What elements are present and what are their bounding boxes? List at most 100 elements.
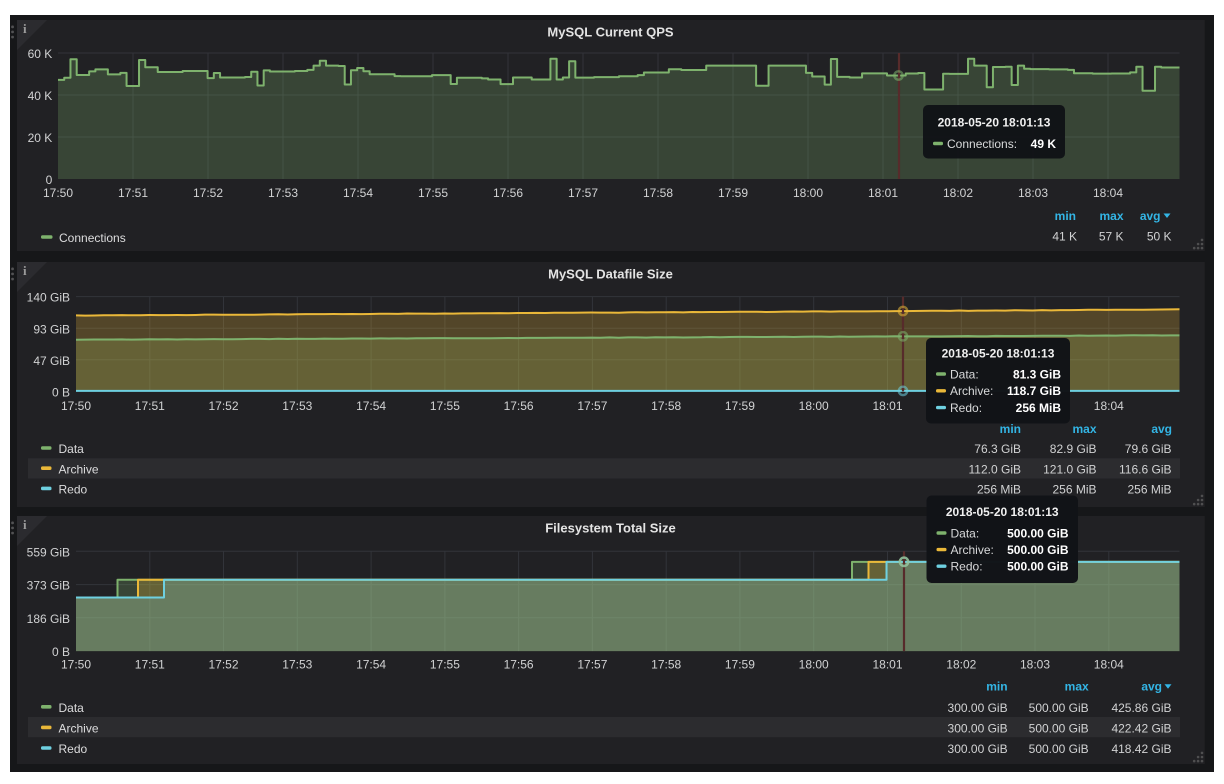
svg-text:81.3 GiB: 81.3 GiB — [1013, 367, 1061, 381]
svg-text:Filesystem Total Size: Filesystem Total Size — [545, 520, 676, 535]
svg-text:256 MiB: 256 MiB — [1052, 483, 1096, 497]
svg-text:0: 0 — [46, 173, 53, 187]
svg-text:Redo:: Redo: — [950, 401, 982, 415]
svg-text:min: min — [1000, 422, 1021, 436]
svg-text:256 MiB: 256 MiB — [1016, 401, 1062, 415]
svg-text:0 B: 0 B — [52, 386, 70, 400]
svg-text:2018-05-20 18:01:13: 2018-05-20 18:01:13 — [946, 505, 1059, 519]
svg-text:121.0 GiB: 121.0 GiB — [1043, 462, 1096, 476]
svg-text:93 GiB: 93 GiB — [33, 322, 70, 336]
svg-text:17:59: 17:59 — [718, 186, 748, 200]
svg-text:18:01: 18:01 — [872, 399, 902, 413]
svg-text:47 GiB: 47 GiB — [33, 354, 70, 368]
svg-text:17:53: 17:53 — [282, 658, 312, 672]
svg-text:min: min — [986, 680, 1007, 694]
svg-text:17:59: 17:59 — [725, 399, 755, 413]
svg-text:18:02: 18:02 — [946, 658, 976, 672]
svg-text:18:01: 18:01 — [868, 186, 898, 200]
svg-text:425.86 GiB: 425.86 GiB — [1111, 701, 1171, 715]
svg-text:186 GiB: 186 GiB — [27, 612, 70, 626]
svg-text:500.00 GiB: 500.00 GiB — [1029, 742, 1089, 756]
svg-text:Data: Data — [59, 442, 85, 456]
svg-text:Connections: Connections — [59, 231, 126, 245]
svg-text:18:04: 18:04 — [1094, 658, 1124, 672]
svg-text:17:51: 17:51 — [135, 399, 165, 413]
svg-text:60 K: 60 K — [28, 47, 53, 61]
svg-text:18:03: 18:03 — [1020, 658, 1050, 672]
svg-text:17:55: 17:55 — [430, 399, 460, 413]
svg-text:max: max — [1099, 209, 1123, 223]
svg-text:MySQL Current QPS: MySQL Current QPS — [547, 24, 674, 39]
svg-text:17:56: 17:56 — [504, 399, 534, 413]
svg-text:Archive: Archive — [59, 722, 99, 736]
svg-text:373 GiB: 373 GiB — [27, 579, 70, 593]
svg-text:418.42 GiB: 418.42 GiB — [1111, 742, 1171, 756]
svg-text:17:58: 17:58 — [651, 658, 681, 672]
svg-text:17:54: 17:54 — [356, 658, 386, 672]
svg-text:140 GiB: 140 GiB — [27, 291, 70, 305]
svg-text:Archive:: Archive: — [950, 384, 993, 398]
svg-text:76.3 GiB: 76.3 GiB — [974, 442, 1021, 456]
svg-text:57 K: 57 K — [1099, 230, 1124, 244]
svg-text:17:57: 17:57 — [577, 658, 607, 672]
svg-text:avg: avg — [1140, 209, 1161, 223]
svg-text:41 K: 41 K — [1052, 230, 1077, 244]
svg-text:18:00: 18:00 — [799, 658, 829, 672]
svg-text:17:56: 17:56 — [493, 186, 523, 200]
svg-text:79.6 GiB: 79.6 GiB — [1125, 442, 1172, 456]
svg-text:MySQL Datafile Size: MySQL Datafile Size — [548, 266, 673, 281]
svg-text:17:52: 17:52 — [208, 399, 238, 413]
svg-text:max: max — [1072, 422, 1096, 436]
svg-text:20 K: 20 K — [28, 131, 53, 145]
svg-text:Archive:: Archive: — [951, 543, 994, 557]
svg-text:50 K: 50 K — [1147, 230, 1172, 244]
svg-text:500.00 GiB: 500.00 GiB — [1029, 722, 1089, 736]
svg-text:18:04: 18:04 — [1094, 399, 1124, 413]
svg-text:17:52: 17:52 — [208, 658, 238, 672]
svg-text:Connections:: Connections: — [947, 137, 1017, 151]
svg-text:116.6 GiB: 116.6 GiB — [1119, 462, 1171, 476]
svg-text:Data:: Data: — [951, 526, 980, 540]
svg-text:Redo: Redo — [59, 483, 88, 497]
svg-text:17:54: 17:54 — [343, 186, 373, 200]
svg-text:300.00 GiB: 300.00 GiB — [948, 722, 1008, 736]
svg-text:17:52: 17:52 — [193, 186, 223, 200]
svg-text:17:58: 17:58 — [651, 399, 681, 413]
svg-text:300.00 GiB: 300.00 GiB — [948, 742, 1008, 756]
svg-text:avg: avg — [1141, 680, 1162, 694]
svg-text:17:50: 17:50 — [61, 658, 91, 672]
svg-text:49 K: 49 K — [1031, 137, 1057, 151]
svg-text:500.00 GiB: 500.00 GiB — [1029, 701, 1089, 715]
svg-text:17:57: 17:57 — [568, 186, 598, 200]
svg-text:2018-05-20 18:01:13: 2018-05-20 18:01:13 — [938, 116, 1051, 130]
svg-text:Redo:: Redo: — [951, 560, 983, 574]
svg-text:500.00 GiB: 500.00 GiB — [1007, 526, 1069, 540]
svg-text:17:51: 17:51 — [135, 658, 165, 672]
svg-text:18:02: 18:02 — [943, 186, 973, 200]
svg-text:118.7 GiB: 118.7 GiB — [1007, 384, 1061, 398]
svg-text:422.42 GiB: 422.42 GiB — [1111, 722, 1171, 736]
svg-text:18:04: 18:04 — [1093, 186, 1123, 200]
svg-text:Redo: Redo — [59, 742, 88, 756]
svg-text:17:53: 17:53 — [268, 186, 298, 200]
svg-text:17:50: 17:50 — [61, 399, 91, 413]
svg-text:17:54: 17:54 — [356, 399, 386, 413]
svg-text:256 MiB: 256 MiB — [977, 483, 1021, 497]
svg-text:2018-05-20 18:01:13: 2018-05-20 18:01:13 — [942, 347, 1055, 361]
svg-text:18:00: 18:00 — [793, 186, 823, 200]
svg-text:559 GiB: 559 GiB — [27, 545, 70, 559]
svg-text:18:03: 18:03 — [1018, 186, 1048, 200]
svg-text:17:55: 17:55 — [418, 186, 448, 200]
svg-text:112.0 GiB: 112.0 GiB — [969, 462, 1021, 476]
svg-text:17:59: 17:59 — [725, 658, 755, 672]
svg-text:avg: avg — [1151, 422, 1172, 436]
svg-text:i: i — [23, 517, 27, 532]
svg-text:256 MiB: 256 MiB — [1127, 483, 1171, 497]
svg-text:18:01: 18:01 — [872, 658, 902, 672]
svg-text:17:53: 17:53 — [282, 399, 312, 413]
svg-text:max: max — [1065, 680, 1089, 694]
svg-text:17:51: 17:51 — [118, 186, 148, 200]
svg-text:Data:: Data: — [950, 367, 979, 381]
svg-text:500.00 GiB: 500.00 GiB — [1007, 543, 1069, 557]
svg-text:17:50: 17:50 — [43, 186, 73, 200]
